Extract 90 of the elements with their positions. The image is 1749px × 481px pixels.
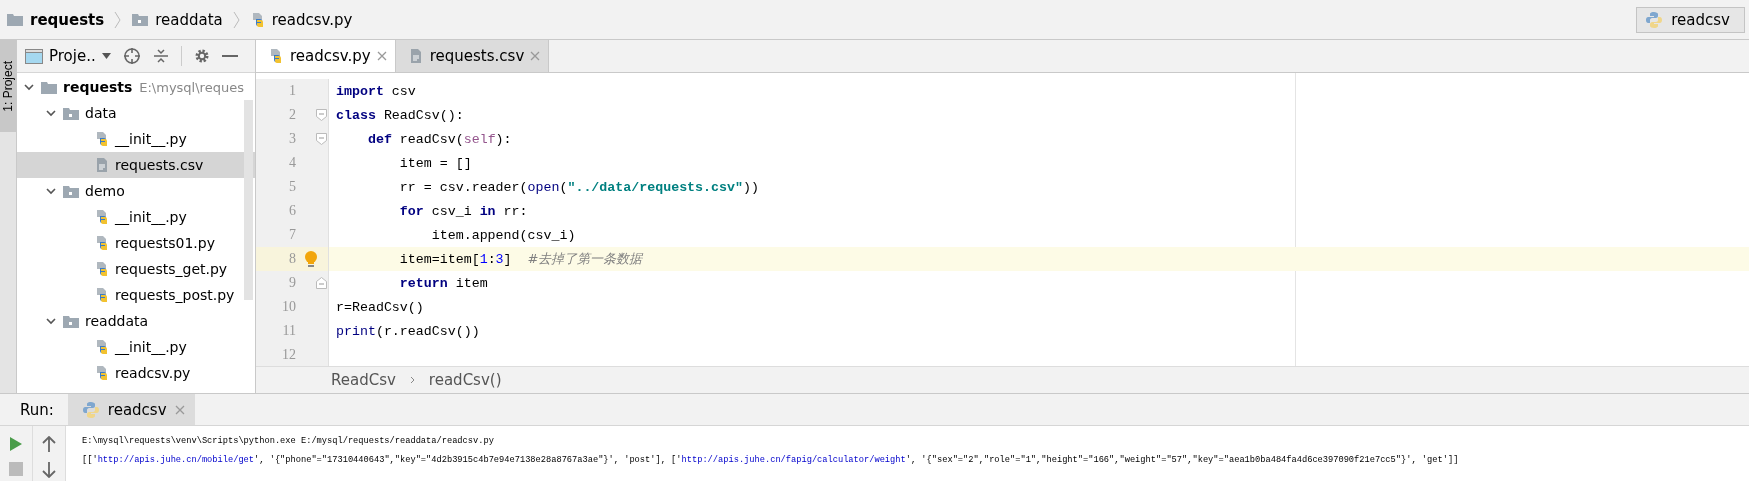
breadcrumb-separator-icon: [232, 10, 240, 29]
tree-item[interactable]: readdata: [17, 308, 255, 334]
panel-icon: [25, 48, 43, 64]
tree-item[interactable]: __init__.py: [17, 334, 255, 360]
line-number: 10: [281, 299, 296, 315]
chevron-down-icon[interactable]: [45, 107, 57, 119]
console-output-line: [['http://apis.juhe.cn/mobile/get', '{"phone"="17310440643","key"="4d2b3915c4b7e94e7138e28a8767a3ae"}', 'post'], ['http://apis.juhe.cn/fapig/calculator/weight', '{"sex"="2","role"="1","height"="166","weight"="57","key"="aea1b0ba484fa4d6ce397090f21e7cc5"}', 'get']]: [82, 454, 1459, 467]
tree-item[interactable]: requests.csv: [17, 152, 255, 178]
run-config-dropdown[interactable]: readcsv: [1636, 6, 1745, 33]
python-file-icon: [94, 209, 110, 225]
project-tool-tab[interactable]: 1: Project: [0, 40, 16, 132]
chevron-down-icon[interactable]: [23, 81, 35, 93]
locate-icon[interactable]: [122, 47, 141, 65]
folder-icon: [62, 105, 80, 121]
breadcrumb-separator-icon: [409, 376, 415, 384]
folder-icon: [40, 79, 58, 95]
breadcrumb-item[interactable]: requests: [30, 10, 105, 29]
line-number: 12: [281, 347, 296, 363]
line-number: 2: [288, 107, 296, 123]
settings-icon[interactable]: [193, 48, 210, 64]
console-output-line: E:\mysql\requests\venv\Scripts\python.exe E:/mysql/requests/readdata/readcsv.py: [82, 435, 495, 448]
python-file-icon: [268, 48, 284, 64]
tree-item[interactable]: requests E:\mysql\reques: [17, 74, 255, 100]
link[interactable]: http://apis.juhe.cn/mobile/get: [97, 455, 255, 465]
python-icon: [1645, 10, 1664, 29]
python-file-icon: [94, 261, 110, 277]
tree-item[interactable]: __init__.py: [17, 204, 255, 230]
caret-icon: [101, 53, 111, 59]
folder-icon: [62, 183, 80, 199]
tree-item[interactable]: requests_get.py: [17, 256, 255, 282]
line-number: 4: [288, 155, 296, 171]
line-number: 6: [288, 203, 296, 219]
lightbulb-icon[interactable]: [304, 250, 318, 268]
tree-item[interactable]: __init__.py: [17, 126, 255, 152]
run-tab[interactable]: readcsv: [67, 394, 195, 425]
python-icon: [81, 400, 100, 419]
line-number: 1: [288, 83, 296, 99]
fold-marker-icon[interactable]: [316, 133, 327, 145]
view-dropdown[interactable]: Proje..: [25, 47, 111, 65]
line-number: 11: [281, 323, 296, 339]
fold-marker-icon[interactable]: [316, 277, 327, 289]
line-number: 8: [288, 251, 296, 267]
code-line: r=ReadCsv(): [335, 299, 424, 315]
breadcrumb-item[interactable]: readcsv.py: [271, 10, 353, 29]
python-file-icon: [94, 365, 110, 381]
run-icon[interactable]: [9, 436, 23, 452]
line-number: 7: [288, 227, 296, 243]
editor-tab[interactable]: requests.csv: [395, 40, 550, 72]
breadcrumb-item[interactable]: readdata: [155, 10, 223, 29]
text-file-icon: [94, 157, 110, 173]
code-line: class ReadCsv():: [335, 107, 464, 123]
code-line: item = []: [398, 155, 472, 171]
minimize-icon[interactable]: [221, 54, 238, 58]
down-arrow-icon[interactable]: [42, 462, 56, 478]
tree-item[interactable]: readcsv.py: [17, 360, 255, 386]
link[interactable]: http://apis.juhe.cn/fapig/calculator/weight: [681, 455, 906, 465]
breadcrumb-separator-icon: [114, 10, 122, 29]
folder-icon: [6, 12, 24, 27]
up-arrow-icon[interactable]: [42, 436, 56, 452]
folder-icon: [62, 313, 80, 329]
collapse-all-icon[interactable]: [152, 48, 169, 64]
run-panel-title: Run:: [19, 400, 55, 419]
python-file-icon: [94, 131, 110, 147]
code-line: item.append(csv_i): [430, 227, 576, 243]
line-number: 5: [288, 179, 296, 195]
python-file-icon: [94, 287, 110, 303]
editor-tab[interactable]: readcsv.py: [256, 40, 396, 72]
fold-marker-icon[interactable]: [316, 109, 327, 121]
folder-icon: [131, 12, 150, 27]
code-line: for csv_i in rr:: [398, 203, 528, 219]
tree-item[interactable]: demo: [17, 178, 255, 204]
chevron-down-icon[interactable]: [45, 315, 57, 327]
code-line: import csv: [335, 83, 416, 99]
breadcrumb-item[interactable]: readCsv(): [428, 371, 502, 389]
tree-item[interactable]: requests01.py: [17, 230, 255, 256]
breadcrumb-item[interactable]: ReadCsv: [331, 371, 396, 389]
code-line: print(r.readCsv()): [335, 323, 480, 339]
scrollbar[interactable]: [244, 100, 253, 300]
line-number: 3: [288, 131, 296, 147]
tree-item[interactable]: data: [17, 100, 255, 126]
code-line: item=item[1:3] #去掉了第一条数据: [398, 250, 643, 268]
tree-item[interactable]: requests_post.py: [17, 282, 255, 308]
line-number: 9: [288, 275, 296, 291]
python-file-icon: [94, 235, 110, 251]
code-line: rr = csv.reader(open("../data/requests.csv")): [398, 179, 759, 195]
python-file-icon: [94, 339, 110, 355]
close-icon[interactable]: [376, 51, 387, 61]
code-line: def readCsv(self):: [366, 131, 512, 147]
code-line: return item: [398, 275, 488, 291]
chevron-down-icon[interactable]: [45, 185, 57, 197]
